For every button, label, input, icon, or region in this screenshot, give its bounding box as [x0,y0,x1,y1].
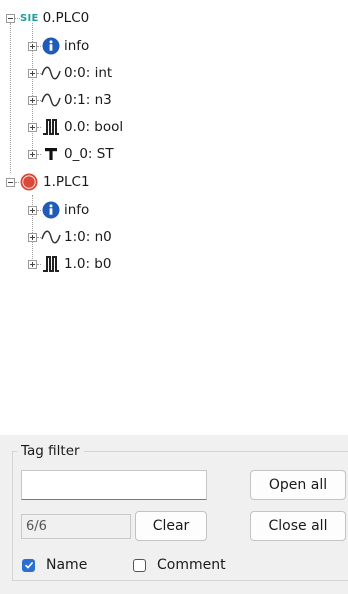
tree-item-n0[interactable]: 1:0: n0 [28,226,112,248]
analog-wave-icon [41,63,61,83]
tree-item-n3[interactable]: 0:1: n3 [28,89,112,111]
struct-t-icon [41,144,61,164]
tag-filter-legend: Tag filter [21,443,80,459]
match-count-field: 6/6 [21,514,131,539]
name-checkbox-label: Name [46,557,88,573]
rockwell-badge-icon [19,172,39,192]
expand-toggle-icon[interactable] [28,122,37,132]
tree-item-label: 0:0: int [64,65,113,81]
tree-item-bool[interactable]: 0.0: bool [28,116,123,138]
expand-toggle-icon[interactable] [28,259,37,269]
digital-pulse-icon [41,254,61,274]
tree-node-plc0[interactable]: SIE 0.PLC0 [6,7,89,29]
plc0-label: 0.PLC0 [42,10,90,26]
tree-item-label: info [64,38,90,54]
tree-item-b0[interactable]: 1.0: b0 [28,253,111,275]
expand-toggle-icon[interactable] [28,205,37,215]
tree-item-st[interactable]: 0_0: ST [28,143,114,165]
close-all-button[interactable]: Close all [250,511,346,541]
tree-item-int[interactable]: 0:0: int [28,62,112,84]
expand-toggle-icon[interactable] [28,232,37,242]
checkbox-unchecked-icon[interactable] [133,558,146,572]
tree-item-label: 0:1: n3 [64,92,112,108]
expand-toggle-icon[interactable] [28,41,37,51]
plc1-label: 1.PLC1 [43,174,90,190]
collapse-toggle-icon[interactable] [6,13,15,23]
analog-wave-icon [41,90,61,110]
expand-toggle-icon[interactable] [28,149,37,159]
tree-item-label: 0.0: bool [64,119,124,135]
info-icon [41,36,61,56]
analog-wave-icon [41,227,61,247]
tag-filter-panel: Tag filter Open all 6/6 Clear Close all … [0,435,348,594]
name-checkbox[interactable]: Name [22,557,87,573]
digital-pulse-icon [41,117,61,137]
tree-item-label: info [64,202,90,218]
tree-item-label: 1:0: n0 [64,229,112,245]
expand-toggle-icon[interactable] [28,95,37,105]
open-all-button[interactable]: Open all [250,470,346,500]
info-icon [41,200,61,220]
tree-node-plc1[interactable]: 1.PLC1 [6,171,90,193]
siemens-badge-icon: SIE [20,12,39,24]
collapse-toggle-icon[interactable] [6,177,15,187]
tag-tree[interactable]: SIE 0.PLC0 info 0:0: int 0:1: n3 0.0: bo… [0,0,348,435]
comment-checkbox[interactable]: Comment [133,557,226,573]
clear-button[interactable]: Clear [135,511,207,541]
tree-item-info[interactable]: info [28,199,89,221]
checkbox-checked-icon[interactable] [22,558,35,572]
expand-toggle-icon[interactable] [28,68,37,78]
tag-filter-input[interactable] [21,470,207,500]
tree-item-label: 1.0: b0 [64,256,112,272]
tree-item-label: 0_0: ST [64,146,114,162]
tree-item-info[interactable]: info [28,35,89,57]
comment-checkbox-label: Comment [157,557,226,573]
